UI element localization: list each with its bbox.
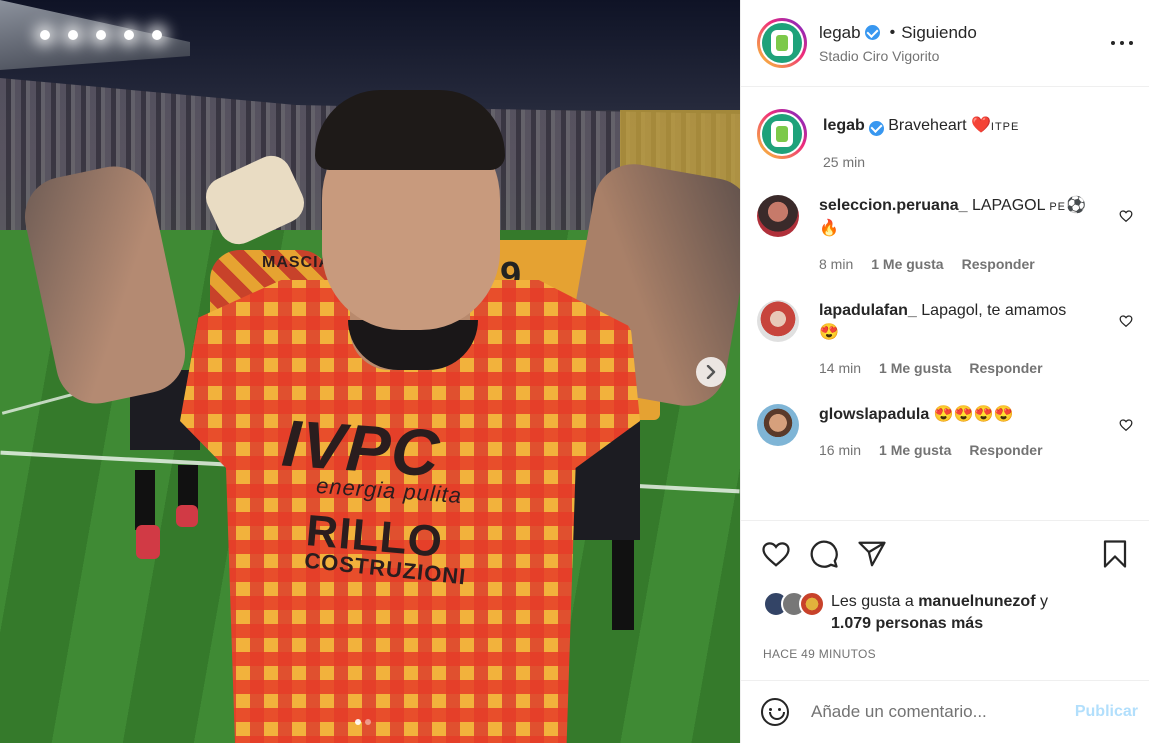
comment-time[interactable]: 14 min — [819, 360, 861, 376]
chevron-right-icon — [706, 365, 716, 379]
verified-badge-icon — [864, 25, 880, 40]
comment: glowslapadula 😍😍😍😍 16 min 1 Me gusta Res… — [757, 404, 1133, 458]
background-player-boot — [176, 505, 198, 527]
like-heart-icon[interactable] — [761, 539, 791, 569]
comment-time[interactable]: 8 min — [819, 256, 853, 272]
commenter-avatar[interactable] — [757, 300, 799, 342]
liker-username[interactable]: manuelnunezof — [918, 593, 1035, 610]
comment-bubble-icon[interactable] — [809, 539, 839, 569]
post-header: LNPB legab • Siguiendo Stadio Ciro Vigor… — [741, 0, 1149, 87]
comment-username[interactable]: lapadulafan_ — [819, 302, 917, 319]
bookmark-icon[interactable] — [1102, 539, 1128, 569]
reply-button[interactable]: Responder — [969, 360, 1042, 376]
author-avatar[interactable]: LNPB — [757, 18, 807, 68]
caption-tag: ITPE — [990, 121, 1020, 133]
caption-text: Braveheart — [888, 117, 967, 134]
carousel-dot-active — [355, 719, 361, 725]
reply-button[interactable]: Responder — [969, 442, 1042, 458]
comment-username[interactable]: glowslapadula — [819, 406, 929, 423]
post-timestamp[interactable]: HACE 49 MINUTOS — [763, 647, 876, 661]
red-heart-emoji: ❤️ — [970, 117, 991, 134]
emoji-smiley-icon[interactable] — [761, 698, 789, 726]
comment-likes[interactable]: 1 Me gusta — [871, 256, 943, 272]
likes-connector: y — [1039, 593, 1048, 610]
post-location[interactable]: Stadio Ciro Vigorito — [819, 48, 977, 64]
post-dialog: MASCIANG 9 93 IVPC energia pulita RILLO … — [0, 0, 1149, 743]
background-player-sock — [612, 540, 634, 630]
comment-text: Lapagol, te amamos — [921, 302, 1067, 319]
post-sidebar: LNPB legab • Siguiendo Stadio Ciro Vigor… — [740, 0, 1149, 743]
comment-tag: PE — [1049, 201, 1067, 213]
commenter-avatar[interactable] — [757, 404, 799, 446]
comment-time[interactable]: 16 min — [819, 442, 861, 458]
caption-avatar[interactable]: LNPB — [757, 109, 807, 159]
next-slide-button[interactable] — [696, 357, 726, 387]
like-comment-heart-icon[interactable] — [1119, 314, 1133, 328]
comment-text: 😍😍😍😍 — [933, 406, 1014, 423]
like-comment-heart-icon[interactable] — [1119, 209, 1133, 223]
comment-username[interactable]: seleccion.peruana_ — [819, 197, 968, 214]
caption: LNPB legab Braveheart ❤️ITPE 25 min — [757, 109, 1133, 170]
fire-emoji: 🔥 — [819, 220, 839, 237]
player-hair — [315, 90, 505, 170]
likes-summary: Les gusta a manuelnunezof y 1.079 person… — [763, 591, 1048, 635]
publish-button[interactable]: Publicar — [1075, 703, 1138, 721]
floodlights — [40, 30, 190, 40]
likes-others-count[interactable]: 1.079 personas más — [831, 615, 983, 632]
comment-composer: Publicar — [741, 680, 1149, 743]
soccer-ball-emoji: ⚽ — [1066, 197, 1086, 214]
like-comment-heart-icon[interactable] — [1119, 418, 1133, 432]
author-username[interactable]: legab — [819, 23, 861, 43]
background-player-boot — [136, 525, 160, 559]
separator: • — [889, 23, 896, 41]
comment-likes[interactable]: 1 Me gusta — [879, 442, 951, 458]
reply-button[interactable]: Responder — [962, 256, 1035, 272]
comment-likes[interactable]: 1 Me gusta — [879, 360, 951, 376]
verified-badge-icon — [868, 120, 884, 136]
likes-prefix: Les gusta a — [831, 593, 914, 610]
liker-avatars[interactable] — [763, 591, 825, 635]
liker-avatar — [799, 591, 825, 617]
carousel-indicator — [355, 719, 371, 725]
comment-text: LAPAGOL — [971, 197, 1045, 214]
more-dots-icon — [1111, 41, 1115, 45]
post-actions: Les gusta a manuelnunezof y 1.079 person… — [741, 520, 1149, 680]
share-paper-plane-icon[interactable] — [857, 539, 887, 569]
comment: seleccion.peruana_ LAPAGOL PE⚽ 🔥 8 min 1… — [757, 195, 1133, 272]
comment-input[interactable] — [811, 702, 1075, 722]
carousel-dot — [365, 719, 371, 725]
heart-eyes-emoji: 😍 — [819, 324, 839, 341]
background-player-sock — [135, 470, 155, 530]
comment: lapadulafan_ Lapagol, te amamos 😍 14 min… — [757, 300, 1133, 376]
more-options-button[interactable] — [1111, 34, 1133, 52]
caption-username[interactable]: legab — [823, 117, 865, 134]
post-image[interactable]: MASCIANG 9 93 IVPC energia pulita RILLO … — [0, 0, 740, 743]
lega-b-logo: LNPB — [762, 23, 802, 63]
commenter-avatar[interactable] — [757, 195, 799, 237]
follow-status-button[interactable]: Siguiendo — [901, 23, 977, 43]
lega-b-logo: LNPB — [762, 114, 802, 154]
caption-time[interactable]: 25 min — [823, 154, 865, 170]
